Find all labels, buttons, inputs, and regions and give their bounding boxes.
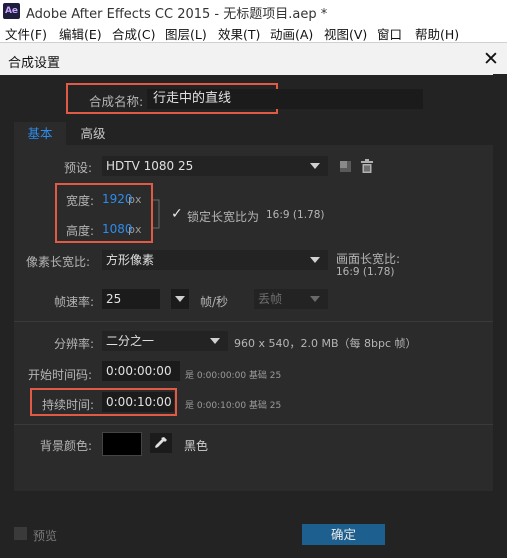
height-label: 高度: [66, 224, 95, 238]
chevron-down-icon [310, 257, 320, 263]
chevron-down-icon [175, 296, 185, 302]
menu-edit[interactable]: 编辑(E) [59, 24, 102, 43]
duration-input[interactable]: 0:00:10:00 [102, 392, 174, 412]
tab-basic[interactable]: 基本 [14, 122, 66, 146]
preset-value: HDTV 1080 25 [106, 159, 194, 173]
resolution-value: 二分之一 [106, 334, 155, 348]
pixel-aspect-value: 方形像素 [106, 253, 155, 267]
comp-name-label: 合成名称: [89, 94, 144, 109]
menu-window[interactable]: 窗口 [377, 24, 402, 43]
close-icon[interactable]: ✕ [480, 48, 502, 70]
window-title: Adobe After Effects CC 2015 - 无标题项目.aep … [26, 7, 328, 22]
after-effects-app-icon: Ae [3, 3, 20, 19]
resolution-dropdown[interactable]: 二分之一 [102, 331, 228, 351]
width-unit: px [128, 193, 142, 206]
pixel-aspect-dropdown[interactable]: 方形像素 [102, 250, 328, 270]
dialog-header: 合成设置 ✕ [0, 42, 507, 75]
bg-color-label: 背景颜色: [40, 439, 93, 453]
lock-aspect-label: 锁定长宽比为 [187, 210, 260, 224]
menu-effect[interactable]: 效果(T) [218, 24, 260, 43]
fps-unit: 帧/秒 [200, 295, 229, 309]
dialog-right-edge [493, 74, 507, 492]
menu-composition[interactable]: 合成(C) [112, 24, 155, 43]
bg-color-name: 黑色 [184, 439, 209, 453]
trash-icon[interactable] [361, 159, 373, 173]
preview-label: 预览 [33, 529, 58, 543]
frame-aspect-value: 16:9 (1.78) [336, 266, 395, 278]
start-timecode-info: 是 0:00:00:00 基础 25 [185, 371, 282, 381]
window-titlebar: Ae Adobe After Effects CC 2015 - 无标题项目.a… [0, 0, 507, 22]
comp-name-input[interactable]: 行走中的直线 [147, 89, 423, 109]
tab-advanced[interactable]: 高级 [70, 122, 116, 146]
pixel-aspect-label: 像素长宽比: [26, 255, 91, 269]
panel-divider [14, 424, 493, 425]
menu-bar: 文件(F) 编辑(E) 合成(C) 图层(L) 效果(T) 动画(A) 视图(V… [0, 22, 507, 42]
menu-help[interactable]: 帮助(H) [415, 24, 459, 43]
frame-aspect-label: 画面长宽比: [336, 252, 401, 266]
menu-layer[interactable]: 图层(L) [165, 24, 207, 43]
frame-rate-label: 帧速率: [54, 295, 95, 309]
resolution-label: 分辨率: [54, 337, 95, 351]
aspect-link-bracket [153, 199, 163, 229]
save-preset-icon[interactable] [339, 160, 352, 173]
height-unit: px [128, 223, 142, 236]
menu-animation[interactable]: 动画(A) [270, 24, 313, 43]
chevron-down-icon [310, 163, 320, 169]
start-timecode-label: 开始时间码: [28, 368, 93, 382]
frame-rate-dropdown[interactable] [171, 289, 189, 309]
duration-info: 是 0:00:10:00 基础 25 [185, 401, 282, 411]
menu-file[interactable]: 文件(F) [5, 24, 47, 43]
start-timecode-input[interactable]: 0:00:00:00 [102, 361, 180, 381]
drop-frame-value: 丢帧 [258, 292, 283, 306]
frame-rate-input[interactable]: 25 [102, 289, 160, 309]
preset-dropdown[interactable]: HDTV 1080 25 [102, 156, 328, 176]
resolution-info: 960 x 540，2.0 MB（每 8bpc 帧） [234, 337, 417, 350]
duration-label: 持续时间: [42, 398, 95, 412]
preview-checkbox[interactable] [14, 527, 27, 540]
chevron-down-icon [210, 338, 220, 344]
chevron-down-icon [310, 296, 320, 302]
ok-button[interactable]: 确定 [302, 524, 385, 545]
bg-color-swatch[interactable] [102, 432, 142, 456]
lock-aspect-value: 16:9 (1.78) [266, 209, 325, 221]
preset-label: 预设: [64, 161, 93, 175]
dialog-title: 合成设置 [8, 56, 61, 71]
drop-frame-dropdown: 丢帧 [254, 289, 328, 309]
menu-view[interactable]: 视图(V) [324, 24, 367, 43]
width-label: 宽度: [66, 194, 95, 208]
lock-aspect-checkbox[interactable]: ✓ [171, 206, 183, 222]
eyedropper-icon[interactable] [150, 433, 172, 453]
panel-divider [14, 321, 493, 322]
